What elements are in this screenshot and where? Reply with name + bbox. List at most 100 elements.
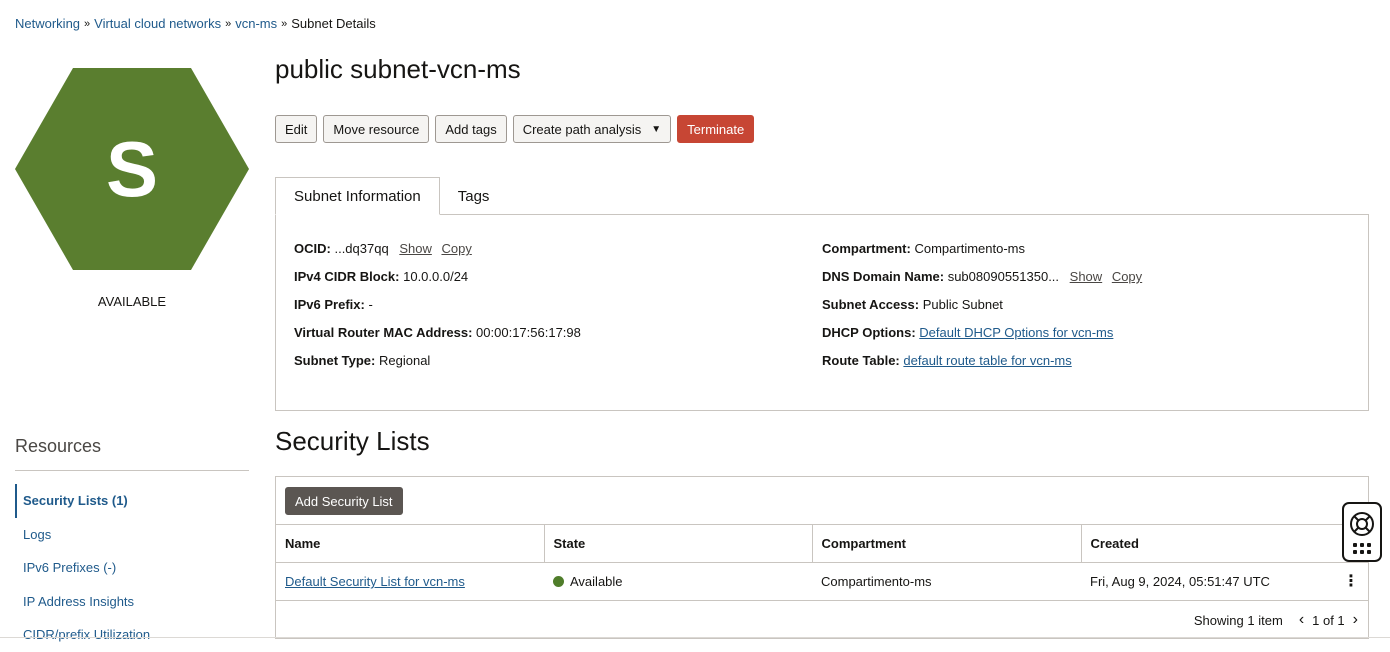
breadcrumb-vcn[interactable]: vcn-ms [235,16,277,31]
create-path-analysis-button[interactable]: Create path analysis ▼ [512,115,672,143]
subnet-type-row: Subnet Type: Regional [294,353,581,381]
tab-tags[interactable]: Tags [440,177,508,215]
breadcrumb-separator: » [84,17,91,30]
cell-state: Available [544,562,812,601]
dns-copy-link[interactable]: Copy [1112,269,1142,284]
ipv4-row: IPv4 CIDR Block: 10.0.0.0/24 [294,269,581,297]
subnet-type-label: Subnet Type: [294,353,376,368]
resource-badge-letter: S [105,124,159,213]
help-widget[interactable] [1342,502,1382,562]
table-row: Default Security List for vcn-ms Availab… [276,562,1368,601]
compartment-label: Compartment: [822,241,911,256]
ipv6-row: IPv6 Prefix: - [294,297,581,325]
subnet-information-panel: OCID: ...dq37qq Show Copy IPv4 CIDR Bloc… [275,214,1369,411]
resources-list: Security Lists (1) Logs IPv6 Prefixes (-… [15,484,249,652]
subnet-type-value: Regional [379,353,431,368]
chevron-right-icon[interactable]: › [1353,611,1358,629]
route-table-label: Route Table: [822,353,900,368]
mac-row: Virtual Router MAC Address: 00:00:17:56:… [294,325,581,353]
item-count: 1 [1247,612,1255,628]
column-header-state[interactable]: State [544,524,813,563]
table-toolbar: Add Security List [285,487,403,515]
terminate-button[interactable]: Terminate [677,115,755,143]
caret-down-icon: ▼ [651,123,662,135]
resources-heading: Resources [15,436,102,456]
action-toolbar: Edit Move resource Add tags Create path … [275,115,755,143]
resource-status: AVAILABLE [97,294,167,309]
page-indicator: 1 of 1 [1312,612,1345,628]
ipv6-value: - [368,297,373,312]
ocid-copy-link[interactable]: Copy [441,241,471,256]
route-table-row: Route Table: default route table for vcn… [822,353,1142,381]
resource-item-cidr-utilization[interactable]: CIDR/prefix Utilization [15,618,249,652]
info-column-left: OCID: ...dq37qq Show Copy IPv4 CIDR Bloc… [294,241,581,381]
table-pagination: Showing 1 item ‹ 1 of 1 › [1194,611,1358,629]
lifebuoy-icon [1350,511,1374,536]
subnet-access-label: Subnet Access: [822,297,920,312]
resource-item-ipv6-prefixes[interactable]: IPv6 Prefixes (-) [15,551,249,585]
cell-compartment: Compartimento-ms [812,562,1081,601]
subnet-access-value: Public Subnet [922,297,1003,312]
move-resource-button[interactable]: Move resource [323,115,430,143]
compartment-value: Compartimento-ms [914,241,1025,256]
resources-divider [15,470,249,471]
resource-item-security-lists[interactable]: Security Lists (1) [15,484,249,518]
page-title: public subnet-vcn-ms [275,54,521,84]
dns-row: DNS Domain Name: sub08090551350... Show … [822,269,1142,297]
breadcrumb: Networking » Virtual cloud networks » vc… [15,16,376,31]
tab-subnet-information[interactable]: Subnet Information [275,177,440,215]
dns-show-link[interactable]: Show [1070,269,1103,284]
cell-created: Fri, Aug 9, 2024, 05:51:47 UTC ⋮ [1081,562,1368,601]
column-header-created[interactable]: Created ▼ [1081,524,1368,563]
mac-label: Virtual Router MAC Address: [294,325,473,340]
route-table-link[interactable]: default route table for vcn-ms [903,353,1071,368]
edit-button[interactable]: Edit [275,115,318,143]
ipv4-label: IPv4 CIDR Block: [294,269,400,284]
kebab-menu-icon[interactable]: ⋮ [1343,573,1359,590]
resource-item-ip-address-insights[interactable]: IP Address Insights [15,585,249,619]
dhcp-options-link[interactable]: Default DHCP Options for vcn-ms [919,325,1113,340]
state-value: Available [570,574,623,589]
table-header-row: Name State Compartment Created ▼ [276,524,1368,563]
item-word: item [1258,612,1283,628]
ocid-row: OCID: ...dq37qq Show Copy [294,241,581,269]
breadcrumb-current: Subnet Details [291,16,376,31]
mac-value: 00:00:17:56:17:98 [476,325,581,340]
showing-label: Showing [1193,612,1244,628]
page-bottom-divider [0,637,1390,638]
breadcrumb-virtual-cloud-networks[interactable]: Virtual cloud networks [94,16,221,31]
column-header-created-label: Created [1090,536,1139,551]
security-lists-heading: Security Lists [275,426,430,456]
add-tags-button[interactable]: Add tags [435,115,507,143]
dhcp-row: DHCP Options: Default DHCP Options for v… [822,325,1142,353]
ocid-label: OCID: [294,241,331,256]
chevron-left-icon[interactable]: ‹ [1299,611,1304,629]
create-path-analysis-label: Create path analysis [522,121,642,137]
dhcp-label: DHCP Options: [822,325,916,340]
breadcrumb-separator: » [281,17,288,30]
detail-tabs: Subnet Information Tags [275,177,507,215]
created-value: Fri, Aug 9, 2024, 05:51:47 UTC [1090,573,1270,589]
dns-value: sub08090551350... [947,269,1060,284]
cell-name: Default Security List for vcn-ms [276,562,544,601]
info-column-right: Compartment: Compartimento-ms DNS Domain… [822,241,1142,381]
compartment-row: Compartment: Compartimento-ms [822,241,1142,269]
showing-count: Showing 1 item [1194,613,1283,628]
breadcrumb-networking[interactable]: Networking [15,16,80,31]
column-header-name[interactable]: Name [276,524,545,563]
column-header-compartment[interactable]: Compartment [812,524,1082,563]
security-list-link[interactable]: Default Security List for vcn-ms [285,574,465,589]
status-available-icon [553,576,564,587]
add-security-list-button[interactable]: Add Security List [285,487,403,515]
security-lists-panel: Add Security List Name State Compartment… [275,476,1369,639]
dns-label: DNS Domain Name: [822,269,945,284]
breadcrumb-separator: » [225,17,232,30]
subnet-access-row: Subnet Access: Public Subnet [822,297,1142,325]
ipv4-value: 10.0.0.0/24 [403,269,469,284]
security-lists-table: Name State Compartment Created ▼ Default… [276,524,1368,601]
apps-grid-icon [1353,542,1371,554]
ipv6-label: IPv6 Prefix: [294,297,365,312]
ocid-show-link[interactable]: Show [399,241,432,256]
resource-item-logs[interactable]: Logs [15,518,249,552]
ocid-value: ...dq37qq [334,241,389,256]
